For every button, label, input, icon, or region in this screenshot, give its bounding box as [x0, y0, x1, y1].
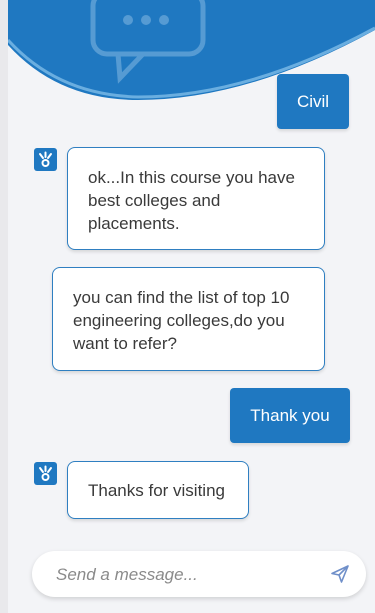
user-message: Civil: [277, 74, 349, 129]
chat-panel: Civil ok...In this course you have best …: [8, 0, 375, 613]
bot-message: ok...In this course you have best colleg…: [67, 147, 325, 250]
bot-avatar-icon: [34, 462, 57, 485]
message-text: Civil: [296, 92, 330, 111]
message-text: ok...In this course you have best colleg…: [88, 168, 295, 233]
send-icon[interactable]: [330, 564, 350, 584]
message-text: Thank you: [250, 406, 330, 425]
user-message: Thank you: [230, 388, 350, 443]
message-composer: [32, 551, 366, 599]
bot-message: Thanks for visiting: [67, 461, 249, 519]
message-text: Thanks for visiting: [88, 481, 225, 500]
message-text: you can find the list of top 10 engineer…: [73, 288, 290, 353]
bot-avatar-icon: [34, 148, 57, 171]
bot-message: you can find the list of top 10 engineer…: [52, 267, 325, 371]
message-input[interactable]: [54, 551, 308, 599]
